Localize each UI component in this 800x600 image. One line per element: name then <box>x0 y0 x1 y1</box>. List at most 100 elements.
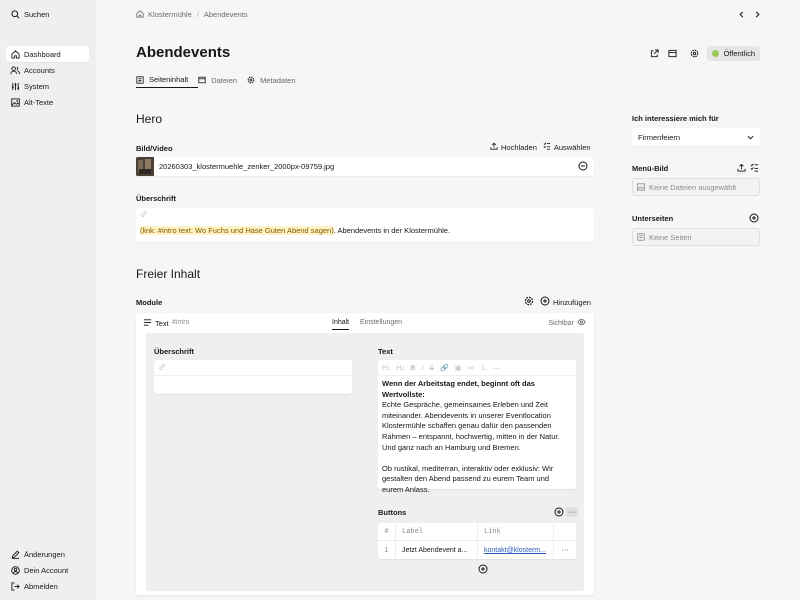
add-button-icon[interactable] <box>554 507 564 519</box>
link-icon[interactable] <box>158 363 166 373</box>
page-icon <box>136 75 146 84</box>
preview-icon[interactable] <box>665 47 679 61</box>
strikethrough-icon[interactable]: S <box>430 364 434 372</box>
eye-icon <box>577 318 586 328</box>
edit-icon <box>9 548 21 560</box>
link-icon[interactable]: 🔗 <box>440 364 449 372</box>
sidebar-item-label: Abmelden <box>24 581 58 591</box>
account-icon <box>9 564 21 576</box>
subpages-empty-text: Keine Seiten <box>649 232 692 242</box>
add-row-icon[interactable] <box>478 564 488 576</box>
add-module-button[interactable]: Hinzufügen <box>540 296 591 308</box>
home-icon[interactable] <box>136 10 144 18</box>
bullet-list-icon[interactable]: ≔ <box>467 364 474 372</box>
menu-image-upload-icon[interactable] <box>737 163 746 174</box>
more-options-icon[interactable]: ··· <box>566 507 578 517</box>
sidebar-item-dashboard[interactable]: Dashboard <box>6 46 89 62</box>
link-icon[interactable] <box>140 210 148 220</box>
upload-label: Hochladen <box>501 142 537 152</box>
block-content: Überschrift Text H₁ H₂ B I S 🔗 ▣ ≔ ⒈ — W… <box>146 333 584 591</box>
sidebar-item-account[interactable]: Dein Account <box>6 562 89 578</box>
media-tools: Hochladen Auswählen <box>490 142 591 152</box>
heading2-icon[interactable]: H₂ <box>396 364 404 372</box>
breadcrumb-page[interactable]: Abendevents <box>204 10 248 19</box>
status-dot-icon <box>712 50 720 57</box>
block-headline-field[interactable] <box>154 360 352 394</box>
dashboard-icon <box>9 48 21 60</box>
menu-image-empty[interactable]: Keine Dateien ausgewählt <box>632 178 760 196</box>
checklist-icon <box>543 142 551 152</box>
sidebar-item-alt-texte[interactable]: Alt-Texte <box>6 94 89 110</box>
main-view: Klostermühle / Abendevents Abendevents Ö… <box>96 0 800 600</box>
interest-select[interactable]: Firmenfeiern <box>632 128 760 146</box>
tab-metadaten[interactable]: Metadaten <box>247 72 305 88</box>
media-label: Bild/Video <box>136 144 173 153</box>
status-button[interactable]: Öffentlich <box>707 46 760 61</box>
sidebar-item-system[interactable]: System <box>6 78 89 94</box>
image-icon[interactable]: ▣ <box>455 364 462 372</box>
chevron-down-icon <box>747 133 754 142</box>
modules-label: Module <box>136 298 163 307</box>
row-options-icon[interactable]: ··· <box>554 541 576 559</box>
headline-writer-field[interactable]: (link: #intro text: Wo Fuchs und Hase Gu… <box>136 208 594 242</box>
block-tab-content[interactable]: Inhalt <box>332 319 350 330</box>
block-text-field[interactable]: H₁ H₂ B I S 🔗 ▣ ≔ ⒈ — Wenn der Arbeitsta… <box>378 360 576 494</box>
visible-label: Sichtbar <box>548 319 574 327</box>
sidebar-item-label: System <box>24 81 50 91</box>
file-name: 20260303_klostermuehle_zenker_2000px-097… <box>159 162 335 171</box>
chevron-left-icon[interactable] <box>736 8 746 20</box>
sidebar-item-accounts[interactable]: Accounts <box>6 62 89 78</box>
breadcrumb-site[interactable]: Klostermühle <box>148 10 192 19</box>
sidebar-item-logout[interactable]: Abmelden <box>6 578 89 594</box>
hero-heading: Hero <box>136 112 163 126</box>
search-label: Suchen <box>24 9 50 19</box>
headline-label: Überschrift <box>136 194 177 203</box>
text-block[interactable]: Text #intro Inhalt Einstellungen Sichtba… <box>136 313 594 595</box>
table-header: # Label Link <box>378 523 576 541</box>
heading1-icon[interactable]: H₁ <box>382 364 390 372</box>
kirbytag-link: (link: #intro text: Wo Fuchs und Hase Gu… <box>140 226 334 235</box>
ordered-list-icon[interactable]: ⒈ <box>480 363 487 373</box>
table-header-actions <box>554 523 576 540</box>
remove-icon[interactable] <box>578 161 588 173</box>
bold-icon[interactable]: B <box>410 364 415 372</box>
horizontal-rule-icon[interactable]: — <box>493 364 500 372</box>
header-actions: Öffentlich <box>647 46 760 61</box>
interest-label: Ich interessiere mich für <box>632 114 719 123</box>
modules-actions: Hinzufügen <box>524 296 591 308</box>
table-row[interactable]: 1 Jetzt Abendevent a... kontakt@klosterm… <box>378 541 576 559</box>
modules-settings-icon[interactable] <box>524 296 534 308</box>
buttons-label: Buttons <box>378 508 407 517</box>
upload-icon <box>490 142 498 152</box>
text-paragraph-2: Ob rustikal, mediterran, interaktiv oder… <box>382 463 554 494</box>
add-icon <box>540 296 550 308</box>
block-anchor: #intro <box>172 319 190 326</box>
text-block-icon <box>143 318 152 329</box>
page-navigation <box>736 8 762 20</box>
add-subpage-icon[interactable] <box>749 213 759 225</box>
text-paragraph-1: Echte Gespräche, gemeinsames Erleben und… <box>382 400 560 452</box>
file-thumbnail <box>136 157 154 176</box>
row-link: kontakt@klosterm... <box>478 541 554 559</box>
menu-image-select-icon[interactable] <box>750 163 759 174</box>
chevron-right-icon[interactable] <box>752 8 762 20</box>
select-button[interactable]: Auswählen <box>543 142 591 152</box>
buttons-table: # Label Link 1 Jetzt Abendevent a... kon… <box>378 523 576 559</box>
table-header-link: Link <box>478 523 554 540</box>
select-label: Auswählen <box>553 142 591 152</box>
file-item[interactable]: 20260303_klostermuehle_zenker_2000px-097… <box>136 157 594 176</box>
tab-dateien[interactable]: Dateien <box>198 72 247 88</box>
open-external-icon[interactable] <box>647 47 661 61</box>
upload-button[interactable]: Hochladen <box>490 142 537 152</box>
block-tab-settings[interactable]: Einstellungen <box>360 319 402 326</box>
sidebar-item-changes[interactable]: Änderungen <box>6 546 89 562</box>
tab-seiteninhalt[interactable]: Seiteninhalt <box>136 72 199 88</box>
visibility-toggle[interactable]: Sichtbar <box>548 318 586 328</box>
users-icon <box>9 64 21 76</box>
text-content: Wenn der Arbeitstag endet, beginnt oft d… <box>378 376 576 499</box>
settings-gear-icon[interactable] <box>687 47 701 61</box>
search-button[interactable]: Suchen <box>6 6 89 22</box>
search-icon <box>9 8 21 20</box>
italic-icon[interactable]: I <box>422 364 424 372</box>
folder-icon <box>198 76 208 84</box>
